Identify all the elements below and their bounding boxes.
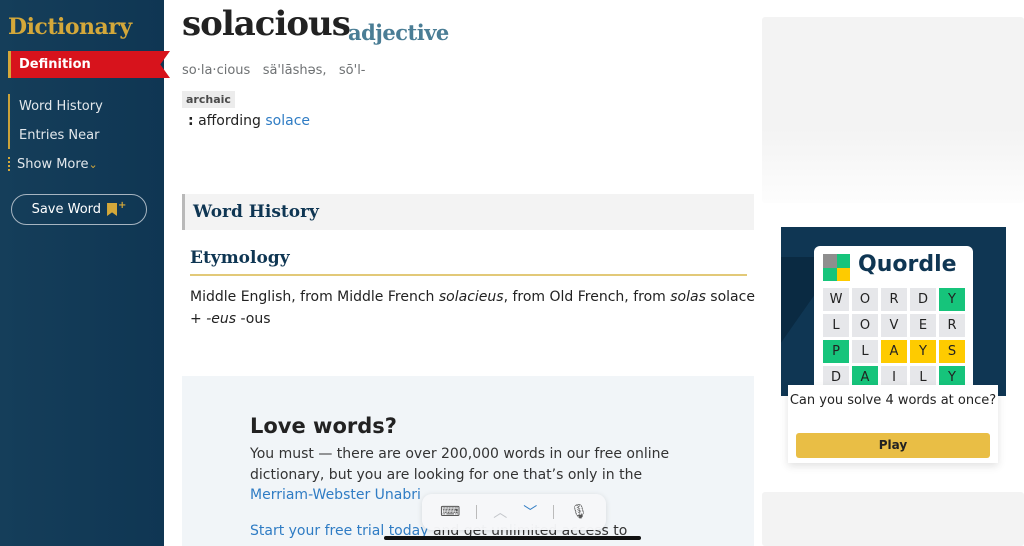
- etym-part: -ous: [236, 311, 271, 327]
- quordle-tile: Y: [939, 288, 965, 311]
- definition-link-solace[interactable]: solace: [265, 113, 310, 129]
- chevron-up-icon[interactable]: ︿: [493, 502, 507, 522]
- quordle-tile: W: [823, 288, 849, 311]
- logo-square: [823, 267, 837, 281]
- toolbar-separator: [553, 505, 555, 519]
- part-of-speech[interactable]: adjective: [348, 20, 449, 45]
- promo-title: Love words?: [250, 414, 397, 438]
- quordle-tile: D: [910, 288, 936, 311]
- quordle-ad[interactable]: Quordle WORDYLOVERPLAYSDAILY: [781, 227, 1006, 396]
- chevron-down-icon[interactable]: ﹀: [523, 502, 537, 522]
- quordle-tile: Y: [910, 340, 936, 363]
- show-more-label: Show More: [17, 157, 89, 172]
- quordle-question: Can you solve 4 words at once?: [789, 393, 997, 408]
- quordle-tile: O: [852, 288, 878, 311]
- promo-body: You must — there are over 200,000 words …: [250, 446, 670, 483]
- quordle-brand: Quordle: [858, 252, 957, 277]
- ad-placeholder-top: [762, 17, 1024, 203]
- etym-italic: solas: [670, 289, 706, 305]
- quordle-tile: P: [823, 340, 849, 363]
- quordle-tile: R: [939, 314, 965, 337]
- plus-icon: +: [118, 199, 127, 211]
- logo-square: [836, 254, 850, 268]
- quordle-tile: L: [823, 314, 849, 337]
- show-more-button[interactable]: Show More⌄: [17, 157, 98, 172]
- quordle-tile: R: [881, 288, 907, 311]
- microphone-icon[interactable]: 🎙: [570, 504, 588, 520]
- quordle-panel: Can you solve 4 words at once? Play: [788, 385, 998, 463]
- etymology-divider: [190, 274, 747, 276]
- definition-colon: :: [188, 113, 194, 129]
- ad-placeholder-bottom: [762, 492, 1024, 546]
- quordle-tile: E: [910, 314, 936, 337]
- etymology-text: Middle English, from Middle French solac…: [190, 286, 755, 330]
- etym-part: , from Old French, from: [503, 289, 671, 305]
- etym-italic: -eus: [206, 311, 237, 327]
- save-word-label: Save Word: [31, 202, 102, 217]
- pronunciation: so·la·cious sä'lāshəs, sō'l-: [182, 63, 366, 78]
- keyboard-icon[interactable]: ⌨: [440, 504, 460, 520]
- quordle-grid: WORDYLOVERPLAYSDAILY: [823, 288, 965, 389]
- home-indicator[interactable]: [384, 536, 641, 540]
- toolbar-separator: [476, 505, 478, 519]
- etym-italic: solacieus: [438, 289, 504, 305]
- quordle-card: Quordle WORDYLOVERPLAYSDAILY: [814, 246, 973, 396]
- logo-square: [836, 267, 850, 281]
- quordle-tile: S: [939, 340, 965, 363]
- bookmark-icon: [107, 203, 118, 216]
- unabridged-link[interactable]: Merriam-Webster Unabri: [250, 487, 421, 503]
- etym-part: Middle English, from Middle French: [190, 289, 439, 305]
- sidebar-item-label: Definition: [19, 57, 91, 72]
- headword: solacious: [182, 4, 351, 44]
- sidebar-title: Dictionary: [8, 14, 132, 40]
- sidebar: Dictionary Definition Word History Entri…: [0, 0, 170, 546]
- etymology-title: Etymology: [190, 248, 290, 268]
- quordle-tile: V: [881, 314, 907, 337]
- definition-text: affording: [198, 113, 261, 129]
- word-history-title: Word History: [193, 202, 319, 222]
- sidebar-item-definition[interactable]: Definition: [8, 51, 170, 78]
- sidebar-item-word-history[interactable]: Word History: [19, 99, 103, 114]
- quordle-tile: O: [852, 314, 878, 337]
- quordle-tile: L: [852, 340, 878, 363]
- logo-square: [823, 254, 837, 268]
- quordle-logo-icon: [823, 254, 850, 281]
- quordle-tile: A: [881, 340, 907, 363]
- dotted-indicator: [8, 157, 10, 171]
- sidebar-progress-bar: [8, 94, 10, 149]
- play-button[interactable]: Play: [796, 433, 990, 458]
- save-word-button[interactable]: Save Word +: [11, 194, 147, 225]
- definition: : affording solace: [188, 113, 310, 129]
- word-history-header: Word History: [182, 194, 754, 230]
- sidebar-item-entries-near[interactable]: Entries Near: [19, 128, 99, 143]
- usage-label: archaic: [182, 91, 235, 108]
- chevron-down-icon: ⌄: [88, 158, 98, 171]
- keyboard-toolbar: ⌨ ︿ ﹀ 🎙: [422, 494, 606, 530]
